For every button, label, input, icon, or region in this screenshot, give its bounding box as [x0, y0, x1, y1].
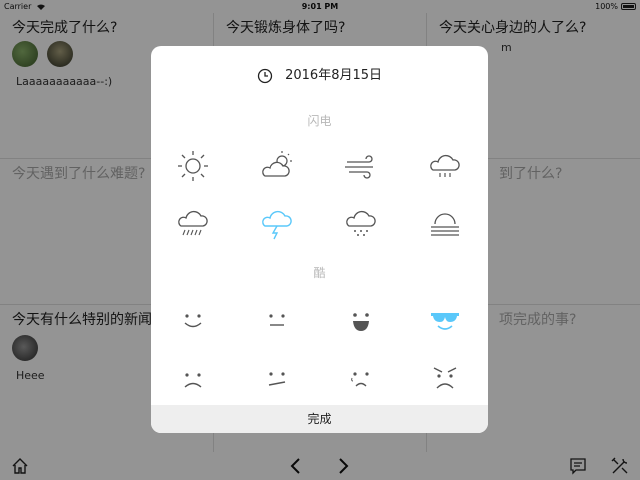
date-header[interactable]: 2016年8月15日 — [151, 64, 488, 84]
rain-cloud-icon[interactable] — [425, 146, 465, 186]
heavy-rain-icon[interactable] — [173, 204, 213, 244]
neutral-icon[interactable] — [257, 300, 297, 340]
sunny-icon[interactable] — [173, 146, 213, 186]
clock-icon — [257, 68, 273, 83]
done-button[interactable]: 完成 — [151, 405, 488, 433]
weather-section-title: 闪电 — [307, 114, 332, 128]
fog-icon[interactable] — [425, 204, 465, 244]
upset-icon[interactable] — [341, 358, 381, 398]
date-label: 2016年8月15日 — [285, 68, 383, 83]
weather-mood-picker: 2016年8月15日 闪电 酷 完成 — [151, 46, 488, 433]
angry-icon[interactable] — [425, 358, 465, 398]
smile-icon[interactable] — [173, 300, 213, 340]
mood-section-title: 酷 — [313, 266, 326, 280]
snow-cloud-icon[interactable] — [341, 204, 381, 244]
cool-icon[interactable] — [425, 300, 465, 340]
grin-icon[interactable] — [341, 300, 381, 340]
meh-icon[interactable] — [257, 358, 297, 398]
thunder-icon[interactable] — [257, 204, 297, 244]
partly-cloudy-icon[interactable] — [257, 146, 297, 186]
windy-icon[interactable] — [341, 146, 381, 186]
sad-icon[interactable] — [173, 358, 213, 398]
